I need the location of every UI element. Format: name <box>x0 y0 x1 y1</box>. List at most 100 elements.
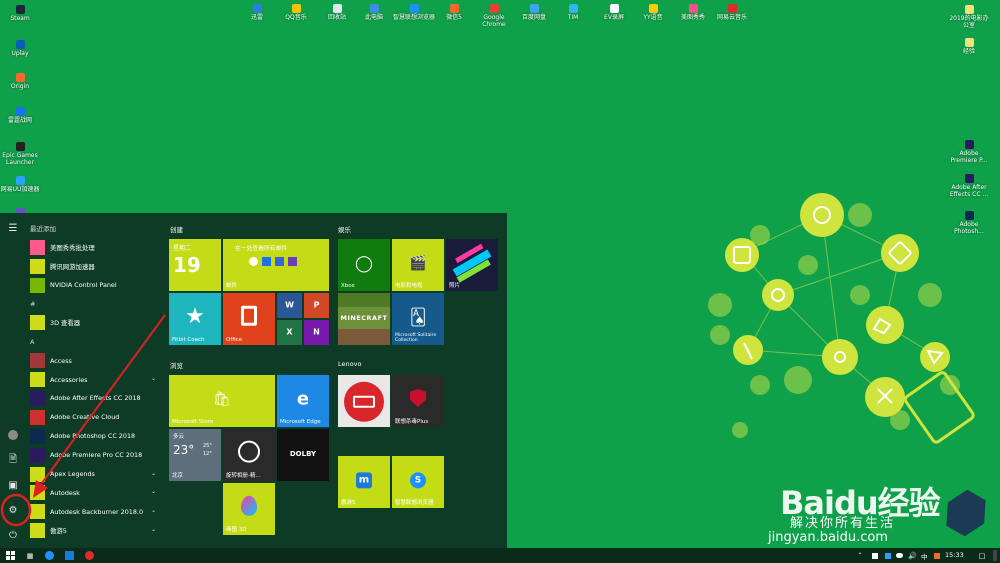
tray-security-icon[interactable] <box>932 550 941 561</box>
app-list-item[interactable]: Adobe Photoshop CC 2018 <box>30 427 160 446</box>
clock[interactable]: 15:33 <box>945 551 964 559</box>
ime-indicator[interactable]: 中 <box>921 551 928 561</box>
tile-mcafee[interactable]: 联想杀毒Plus <box>392 375 444 427</box>
section-header-text: # <box>30 300 36 308</box>
calendar-day: 19 <box>173 253 201 277</box>
desktop-app-icon <box>449 4 459 13</box>
tile-word[interactable]: W <box>277 293 302 318</box>
action-center-icon[interactable]: □ <box>977 550 987 561</box>
tile-fitbit-coach[interactable]: ★ Fitbit Coach <box>169 293 221 345</box>
tray-network-icon[interactable] <box>870 550 879 561</box>
tile-office[interactable]: Office <box>223 293 275 345</box>
tile-solitaire[interactable]: 🂡 Microsoft Solitaire Collection <box>392 293 444 345</box>
desktop-icon[interactable]: Google Chrome <box>472 4 516 28</box>
desktop-icon[interactable]: YY语音 <box>631 4 675 21</box>
app-list-item[interactable]: Adobe After Effects CC 2018 <box>30 389 160 408</box>
desktop-icon-label: Adobe Premiere P... <box>950 150 988 164</box>
desktop-app-icon <box>964 140 974 149</box>
tray-expand-icon[interactable]: ⌃ <box>856 550 864 561</box>
desktop-icon[interactable]: 智慧联想浏览器 <box>392 4 436 21</box>
app-list-item[interactable]: Access <box>30 351 160 370</box>
app-list-item[interactable]: 3D 查看器 <box>30 313 160 332</box>
app-icon <box>30 353 45 369</box>
tile-minecraft[interactable]: MINECRAFT <box>338 293 390 345</box>
taskbar-app-icon[interactable] <box>63 550 75 561</box>
tile-powerpoint[interactable]: P <box>304 293 329 318</box>
desktop-icon[interactable]: 2019的电影办公室 <box>947 5 991 29</box>
tile-microsoft-edge[interactable]: e Microsoft Edge <box>277 375 329 427</box>
tray-volume-icon[interactable]: 🔊 <box>908 550 917 561</box>
app-list-item[interactable]: Adobe Creative Cloud <box>30 408 160 427</box>
weather-temp: 23° <box>173 443 195 457</box>
desktop-app-icon <box>15 176 25 185</box>
desktop-app-icon <box>15 107 25 116</box>
desktop-app-icon <box>568 4 578 13</box>
tile-weather[interactable]: 多云 23° 25° 12° 北京 <box>169 429 221 481</box>
tile-maxthon[interactable]: m 傲游5 <box>338 456 390 508</box>
desktop-icon[interactable]: 百度网盘 <box>512 4 556 21</box>
show-desktop-button[interactable] <box>993 550 997 561</box>
desktop-icon[interactable]: 美图秀秀 <box>671 4 715 21</box>
desktop-app-icon <box>489 4 499 13</box>
tile-lenovo-browser[interactable]: S 智慧联想浏览器 <box>392 456 444 508</box>
desktop-icon[interactable]: 微信5 <box>432 4 476 21</box>
desktop-icon[interactable]: 迅雷 <box>235 4 279 21</box>
tile-lenovo-keyboard[interactable] <box>338 375 390 427</box>
desktop-icon[interactable]: Steam <box>0 5 42 22</box>
app-list-section-header[interactable]: 最近添加 <box>30 219 160 238</box>
tray-app-icon[interactable] <box>883 550 892 561</box>
desktop-icon[interactable]: 此电脑 <box>352 4 396 21</box>
app-list-section-header[interactable]: A <box>30 332 160 351</box>
cortana-label: 旋转相册-精... <box>226 473 261 479</box>
tray-cloud-icon[interactable] <box>895 550 904 561</box>
tile-xbox[interactable]: ◯ Xbox <box>338 239 390 291</box>
app-list-item[interactable]: 腾讯网游加速器 <box>30 257 160 276</box>
tile-excel[interactable]: X <box>277 320 302 345</box>
tile-photos[interactable]: 照片 <box>446 239 498 291</box>
windows-start-icon[interactable] <box>4 550 16 561</box>
desktop-icon[interactable]: EV录屏 <box>592 4 636 21</box>
desktop-icon[interactable]: QQ音乐 <box>274 4 318 21</box>
desktop-icon[interactable]: Epic Games Launcher <box>0 142 42 166</box>
app-list-section-header[interactable]: # <box>30 295 160 314</box>
app-list-item[interactable]: Adobe Premiere Pro CC 2018 <box>30 446 160 465</box>
desktop-icon-label: Steam <box>10 15 30 22</box>
tile-movies-tv[interactable]: 🎬 电影和电视 <box>392 239 444 291</box>
app-list-folder[interactable]: Apex Legends ⌄ <box>30 465 160 484</box>
desktop-icon[interactable]: TIM <box>551 4 595 21</box>
desktop-icon[interactable]: 网易云音乐 <box>710 4 754 21</box>
app-list-item[interactable]: NVIDIA Control Panel <box>30 276 160 295</box>
desktop-icon[interactable]: 网易UU加速器 <box>0 176 42 193</box>
power-icon[interactable]: ⏻ <box>6 528 20 542</box>
tile-paint-3d[interactable]: 画图 3D <box>223 483 275 535</box>
app-list-folder[interactable]: Autodesk ⌄ <box>30 483 160 502</box>
settings-gear-icon[interactable]: ⚙ <box>6 503 20 517</box>
hamburger-menu-icon[interactable]: ☰ <box>6 221 20 235</box>
desktop-icon[interactable]: 雷霆战网 <box>0 107 42 124</box>
excel-icon: X <box>286 327 293 337</box>
mcafee-shield-icon <box>392 389 444 409</box>
watermark-line1: 解决你所有生活 <box>790 516 896 531</box>
app-list-folder[interactable]: Accessories ⌄ <box>30 370 160 389</box>
desktop-icon[interactable]: Origin <box>0 73 42 90</box>
taskbar-browser-icon[interactable] <box>43 550 55 561</box>
task-view-icon[interactable]: ▦ <box>24 550 36 561</box>
tile-calendar[interactable]: 星期二 19 <box>169 239 221 291</box>
tile-microsoft-store[interactable]: 🛍 Microsoft Store <box>169 375 275 427</box>
user-avatar-icon[interactable] <box>6 428 20 442</box>
app-list-folder[interactable]: Autodesk Backburner 2018.0 ⌄ <box>30 502 160 521</box>
edge-label: Microsoft Edge <box>280 419 321 425</box>
documents-icon[interactable]: 🗎 <box>6 453 20 467</box>
tile-mail[interactable]: 在一处查看所有邮件 邮件 <box>223 239 329 291</box>
tile-onenote[interactable]: N <box>304 320 329 345</box>
desktop-icon[interactable]: 经验 <box>947 38 991 55</box>
app-list-folder[interactable]: 傲游5 ⌄ <box>30 521 160 540</box>
desktop-icon[interactable]: Adobe Premiere P... <box>947 140 991 164</box>
tile-cortana[interactable]: 旋转相册-精... <box>223 429 275 481</box>
group-title-browse: 浏览 <box>170 362 183 370</box>
tile-dolby[interactable]: DOLBY <box>277 429 329 481</box>
app-list-item[interactable]: 美图秀秀批处理 <box>30 238 160 257</box>
pictures-icon[interactable]: ▣ <box>6 478 20 492</box>
taskbar-netease-icon[interactable] <box>83 550 95 561</box>
desktop-icon[interactable]: Uplay <box>0 40 42 57</box>
